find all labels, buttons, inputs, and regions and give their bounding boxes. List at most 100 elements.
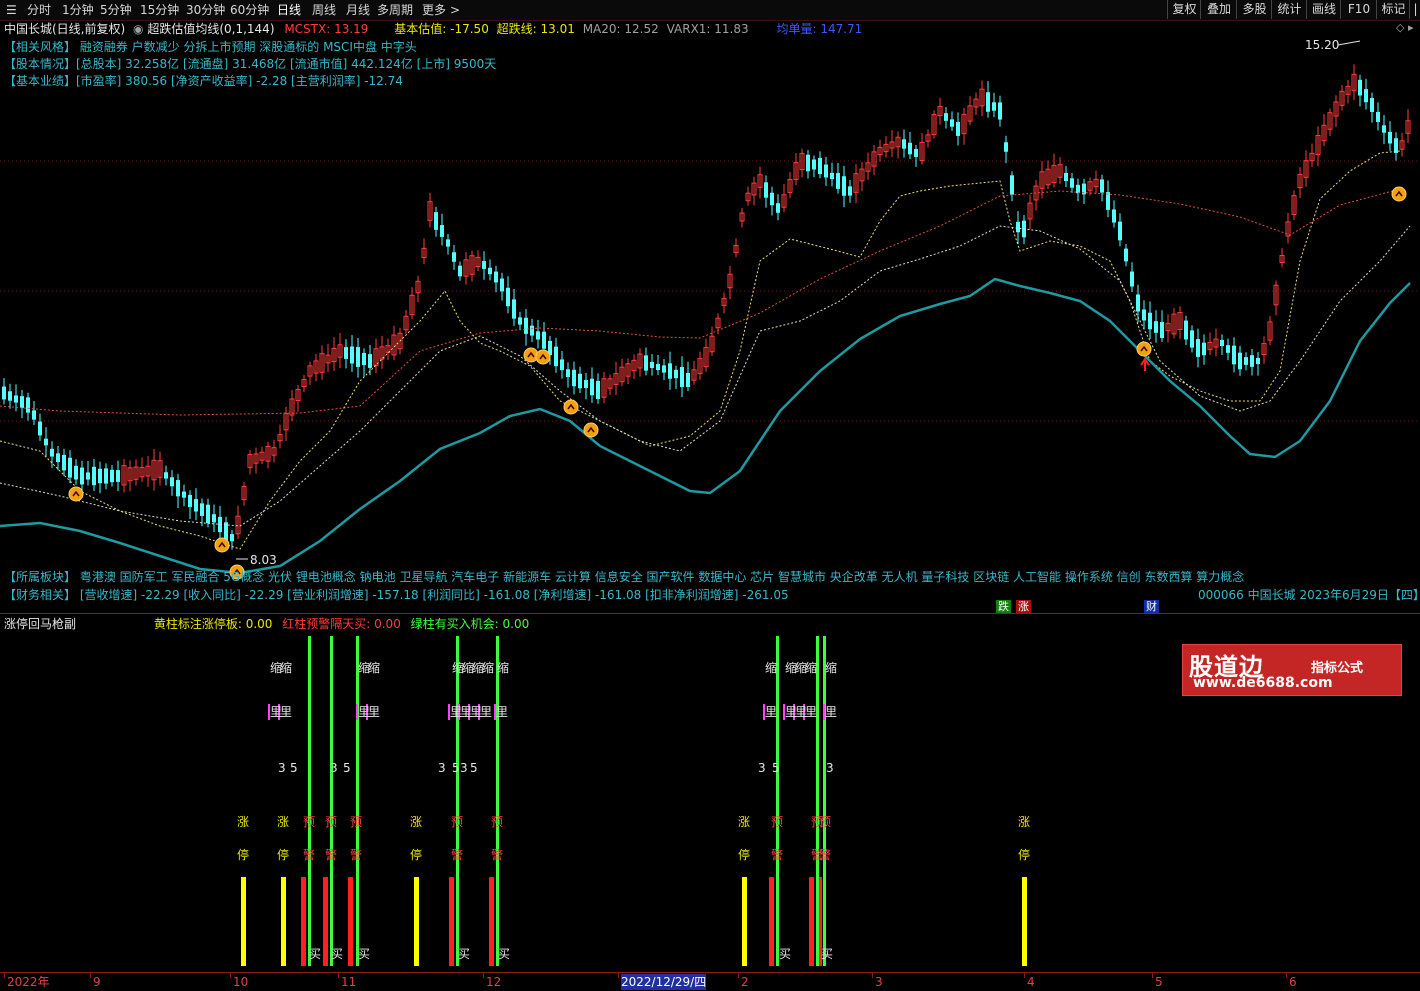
candlestick-chart[interactable]: 15.20 8.03 [0, 21, 1420, 613]
candle-body [1394, 138, 1398, 154]
candle-body [812, 159, 816, 170]
red-bar [323, 877, 328, 966]
candle-body [824, 164, 828, 178]
yellow-dashed-line [0, 150, 1401, 550]
axis-label: 12 [486, 975, 502, 989]
toolbar-button-3[interactable]: 统计 [1271, 0, 1307, 19]
low-label: 8.03 [250, 553, 277, 567]
period-tab-7[interactable]: 周线 [312, 2, 336, 18]
white-dashed-line [0, 225, 1411, 527]
candle-body [806, 154, 810, 172]
period-tab-2[interactable]: 5分钟 [100, 2, 132, 18]
candle-body [506, 287, 510, 307]
candle-body [92, 466, 96, 486]
period-tab-9[interactable]: 多周期 [377, 2, 413, 18]
period-tab-4[interactable]: 30分钟 [186, 2, 225, 18]
toolbar-button-5[interactable]: F10 [1340, 0, 1377, 19]
toolbar-button-2[interactable]: 多股 [1236, 0, 1272, 19]
buy-label: 买 [331, 947, 343, 961]
period-toolbar: 分时 1分钟 5分钟 15分钟 30分钟 60分钟 日线 周线 月线 多周期 更多 > ☰ 复权 叠加 多股统… [0, 0, 1420, 21]
green-bar [456, 636, 459, 966]
period-tab-1[interactable]: 1分钟 [62, 2, 94, 18]
candle-body [1154, 321, 1158, 333]
sector-row: 【所属板块】 粤港澳 国防军工 军民融合 5G概念 光伏 锂电池概念 钠电池 卫… [4, 570, 1245, 584]
candle-body [482, 261, 486, 269]
toolbar-button-1[interactable]: 叠加 [1200, 0, 1237, 19]
period-tab-6[interactable]: 日线 [277, 2, 301, 18]
axis-label: 2022年 [7, 975, 50, 989]
li-label: 里 [825, 705, 837, 719]
signal-coin-icon [68, 486, 84, 502]
candle-body [1118, 221, 1122, 241]
candle-body [1220, 339, 1224, 347]
count-label: 3 [826, 761, 834, 775]
count-label: 5 [290, 761, 298, 775]
candle-body [1004, 142, 1008, 152]
period-tab-5[interactable]: 60分钟 [230, 2, 269, 18]
axis-tick-mark [618, 973, 619, 978]
period-tab-8[interactable]: 月线 [346, 2, 370, 18]
site-logo: 股道边 指标公式 www.de6688.com [1182, 644, 1402, 696]
candle-body [650, 361, 654, 369]
candle-body [1106, 192, 1110, 210]
limit-up-label: 涨 [410, 814, 422, 829]
menu-icon[interactable]: ☰ [6, 2, 17, 18]
signal-coin-icon [1391, 186, 1407, 202]
toolbar-button-0[interactable]: 复权 [1167, 0, 1201, 19]
candle-body [182, 491, 186, 498]
zhang-badge[interactable]: 涨 [1016, 600, 1031, 613]
candle-body [56, 453, 60, 462]
candle-body [1160, 322, 1164, 338]
candle-body [1130, 271, 1134, 287]
candle-body [1202, 342, 1206, 356]
candle-body [1256, 357, 1260, 365]
candle-body [434, 212, 438, 230]
count-label: 5 [470, 761, 478, 775]
candle-body [674, 369, 678, 379]
axis-tick-mark [230, 973, 231, 978]
candle-body [1232, 345, 1236, 365]
count-label: 3 [438, 761, 446, 775]
yellow-bar [742, 877, 747, 966]
buy-label: 买 [779, 947, 791, 961]
axis-label: 9 [93, 975, 101, 989]
candle-body [902, 139, 906, 149]
green-bar [308, 636, 311, 966]
candle-body [554, 346, 558, 367]
axis-tick-mark [1286, 973, 1287, 978]
limit-up-label: 涨 [738, 814, 750, 829]
cai-badge[interactable]: 财 [1144, 600, 1159, 613]
toolbar-button-4[interactable]: 画线 [1306, 0, 1341, 19]
candle-body [188, 494, 192, 508]
candle-body [908, 142, 912, 155]
candle-body [1244, 357, 1248, 365]
toolbar-button-6[interactable]: 标记 [1376, 0, 1410, 19]
close-icon[interactable]: | [1409, 0, 1420, 19]
candle-body [1382, 125, 1386, 133]
candle-body [44, 438, 48, 446]
li-label: 里 [280, 705, 292, 719]
candle-body [1238, 352, 1242, 370]
green-bar [496, 636, 499, 966]
axis-tick-mark [4, 973, 5, 978]
more-arrow-icon[interactable]: > [450, 2, 460, 18]
logo-subtitle: 指标公式 [1311, 661, 1364, 676]
period-tab-3[interactable]: 15分钟 [140, 2, 179, 18]
candle-body [530, 325, 534, 336]
li-label: 里 [805, 705, 817, 719]
candle-body [1016, 221, 1020, 233]
period-tab-10[interactable]: 更多 [422, 2, 446, 18]
candle-body [950, 119, 954, 127]
warning-label: 警 [491, 847, 503, 862]
candle-body [116, 470, 120, 482]
candle-body [836, 173, 840, 189]
date-axis[interactable]: 2022年 9 10 11 12 2022/12/29/四 2 3 4 5 6 [0, 972, 1420, 991]
candle-body [656, 363, 660, 371]
period-tab-0[interactable]: 分时 [27, 2, 51, 18]
candle-body [686, 373, 690, 387]
die-badge[interactable]: 跌 [996, 600, 1011, 613]
candle-body [662, 365, 666, 373]
red-bar [449, 877, 454, 966]
limit-up-label: 涨 [1018, 814, 1030, 829]
warning-label: 预 [303, 815, 315, 829]
